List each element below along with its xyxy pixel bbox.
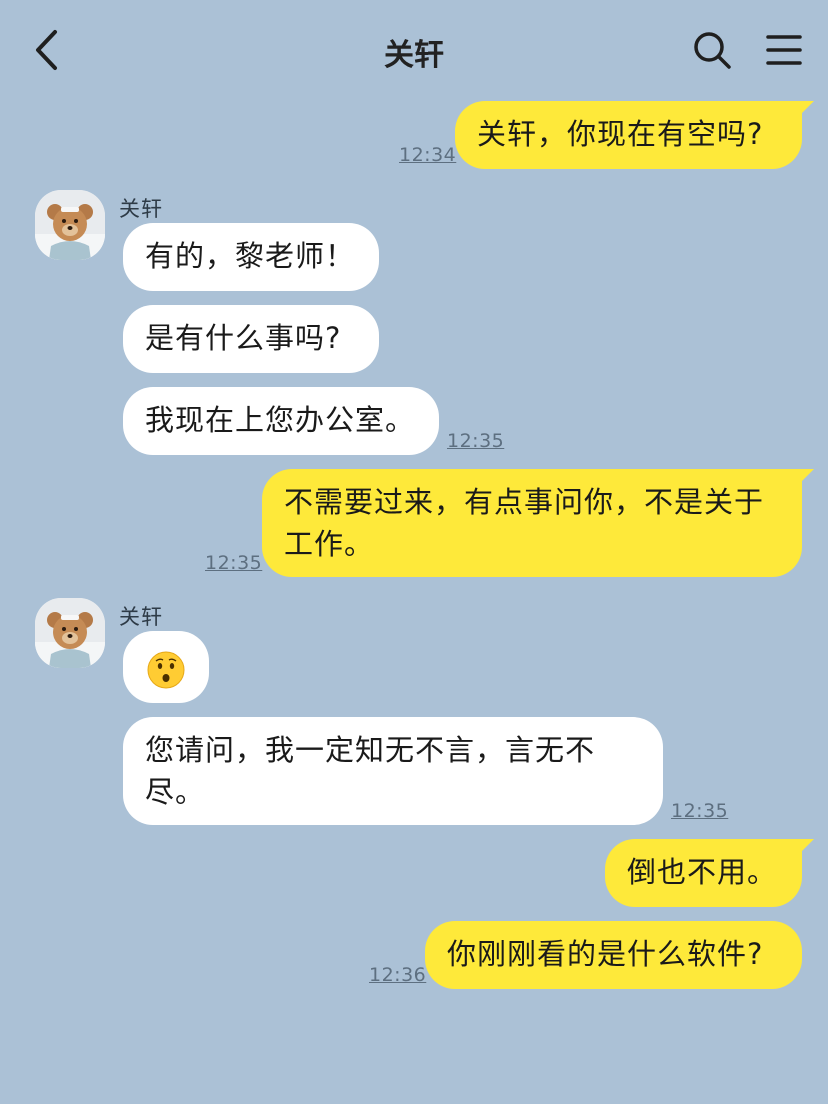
message-time: 12:35 bbox=[671, 800, 729, 822]
message-time: 12:35 bbox=[447, 430, 505, 452]
sender-name: 关轩 bbox=[119, 197, 163, 221]
message-time: 12:36 bbox=[369, 964, 427, 986]
message-text: 不需要过来，有点事问你，不是关于工作。 bbox=[284, 485, 765, 561]
sender-name: 关轩 bbox=[119, 605, 163, 629]
outgoing-message-bubble[interactable]: 不需要过来，有点事问你，不是关于工作。 bbox=[262, 469, 814, 577]
hushed-face-emoji-icon bbox=[147, 651, 185, 689]
message-text: 倒也不用。 bbox=[627, 855, 778, 889]
message-text: 关轩，你现在有空吗? bbox=[477, 117, 764, 151]
message-time: 12:34 bbox=[399, 144, 457, 166]
incoming-message-bubble[interactable]: 是有什么事吗? bbox=[123, 305, 379, 373]
outgoing-message-bubble[interactable]: 倒也不用。 bbox=[605, 839, 814, 907]
menu-button[interactable] bbox=[764, 32, 804, 68]
incoming-message-bubble[interactable]: 您请问，我一定知无不言，言无不尽。 bbox=[123, 717, 663, 825]
message-text: 您请问，我一定知无不言，言无不尽。 bbox=[145, 733, 596, 809]
outgoing-message-bubble[interactable]: 关轩，你现在有空吗? bbox=[455, 101, 814, 169]
incoming-message-bubble[interactable]: 我现在上您办公室。 bbox=[123, 387, 439, 455]
message-text: 是有什么事吗? bbox=[145, 321, 342, 355]
incoming-message-bubble[interactable]: 有的，黎老师！ bbox=[123, 223, 379, 291]
avatar[interactable] bbox=[35, 190, 105, 260]
hamburger-menu-icon bbox=[766, 35, 802, 65]
bubble-tail bbox=[796, 839, 814, 857]
chat-header: 关轩 bbox=[0, 0, 828, 100]
message-text: 我现在上您办公室。 bbox=[145, 403, 416, 437]
bubble-tail bbox=[796, 469, 814, 487]
bubble-tail bbox=[796, 101, 814, 119]
teddy-bear-avatar-icon bbox=[35, 190, 105, 260]
incoming-message-bubble[interactable] bbox=[123, 631, 209, 703]
message-text: 你刚刚看的是什么软件? bbox=[447, 937, 764, 971]
search-button[interactable] bbox=[692, 30, 732, 70]
avatar[interactable] bbox=[35, 598, 105, 668]
message-time: 12:35 bbox=[205, 552, 263, 574]
message-text: 有的，黎老师！ bbox=[145, 239, 356, 273]
outgoing-message-bubble[interactable]: 你刚刚看的是什么软件? bbox=[425, 921, 802, 989]
search-icon bbox=[694, 32, 731, 69]
teddy-bear-avatar-icon bbox=[35, 598, 105, 668]
